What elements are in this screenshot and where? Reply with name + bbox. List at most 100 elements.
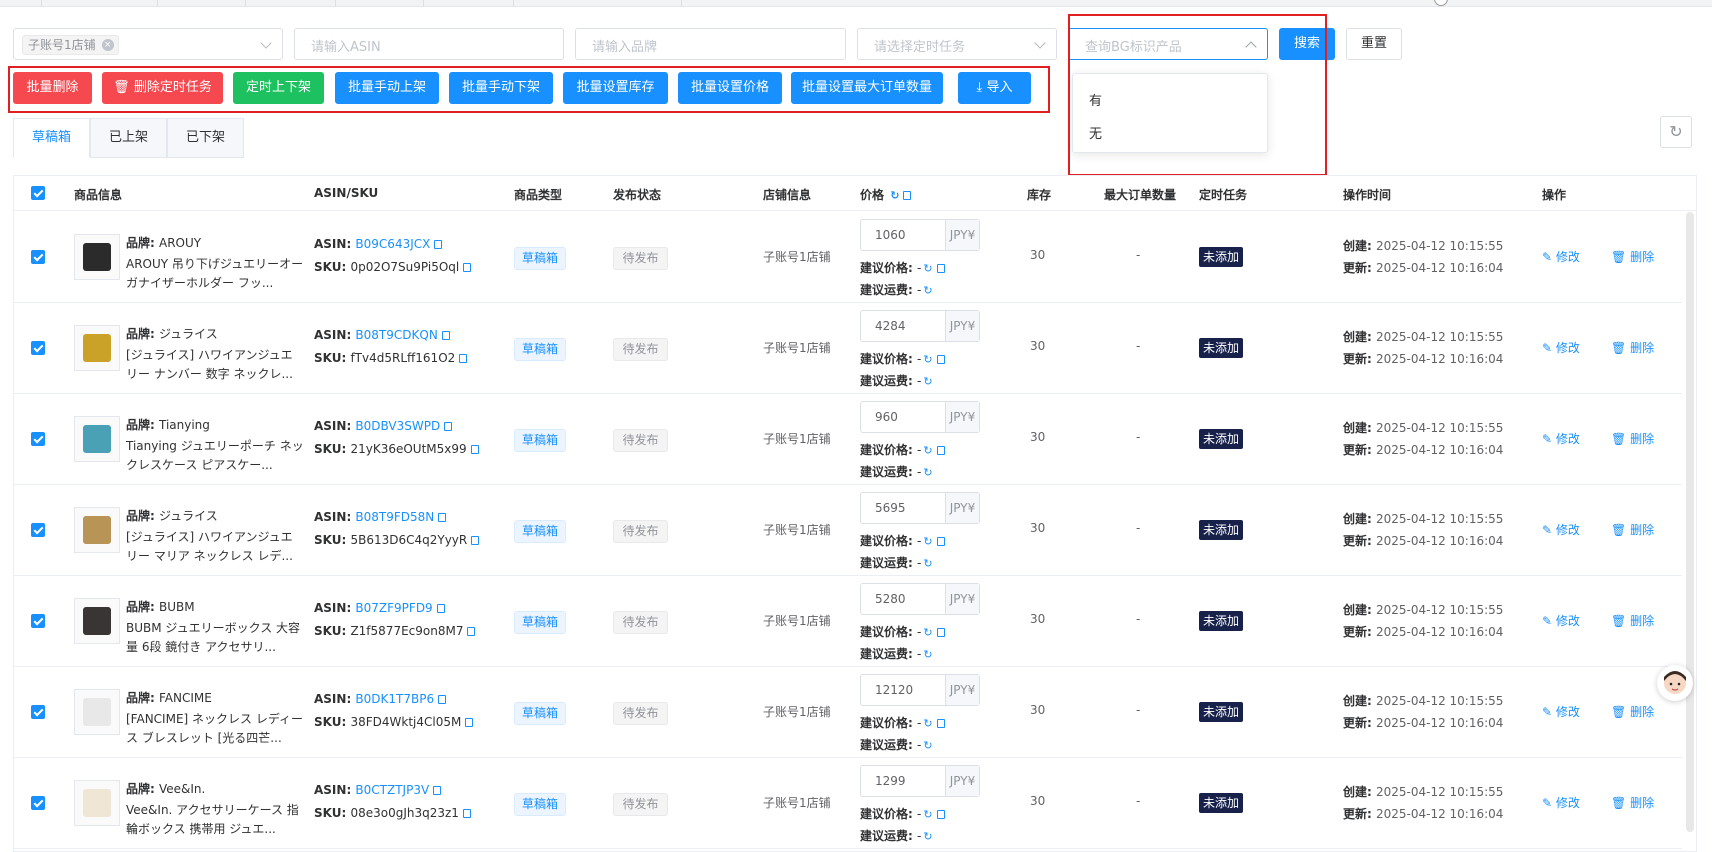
user-avatar-icon[interactable]: [1434, 0, 1448, 6]
price-input[interactable]: 5695 JPY¥: [860, 492, 980, 524]
asin-input[interactable]: 请输入ASIN: [294, 28, 564, 60]
edit-button[interactable]: ✎ 修改: [1542, 794, 1580, 811]
copy-icon[interactable]: [436, 604, 445, 613]
copy-icon[interactable]: [444, 422, 453, 431]
refresh-icon[interactable]: ↻: [923, 808, 932, 821]
copy-icon[interactable]: [459, 354, 468, 363]
copy-icon[interactable]: [433, 786, 442, 795]
copy-icon[interactable]: [438, 513, 447, 522]
copy-icon[interactable]: [936, 628, 945, 637]
copy-icon[interactable]: [936, 264, 945, 273]
copy-icon[interactable]: [936, 719, 945, 728]
delete-button[interactable]: 🗑 删除: [1611, 430, 1654, 447]
copy-icon[interactable]: [463, 263, 472, 272]
top-tab-2[interactable]: [42, 0, 158, 7]
refresh-icon[interactable]: ↻: [923, 284, 932, 297]
edit-button[interactable]: ✎ 修改: [1542, 612, 1580, 629]
refresh-icon[interactable]: ↻: [923, 717, 932, 730]
reset-button[interactable]: 重置: [1346, 28, 1402, 60]
delete-button[interactable]: 🗑 删除: [1611, 703, 1654, 720]
product-thumbnail[interactable]: [74, 780, 120, 826]
row-checkbox[interactable]: [31, 432, 45, 446]
edit-button[interactable]: ✎ 修改: [1542, 430, 1580, 447]
refresh-icon[interactable]: ↻: [923, 466, 932, 479]
asin-link[interactable]: B08T9FD58N: [355, 510, 434, 524]
delete-button[interactable]: 🗑 删除: [1611, 794, 1654, 811]
edit-button[interactable]: ✎ 修改: [1542, 248, 1580, 265]
refresh-icon[interactable]: ↻: [923, 557, 932, 570]
top-tab-6[interactable]: [424, 0, 514, 7]
row-checkbox[interactable]: [31, 341, 45, 355]
product-thumbnail[interactable]: [74, 507, 120, 553]
tag-close-icon[interactable]: ×: [101, 39, 114, 51]
asin-link[interactable]: B08T9CDKQN: [355, 328, 437, 342]
row-checkbox[interactable]: [31, 796, 45, 810]
asin-link[interactable]: B0CTZTJP3V: [355, 783, 429, 797]
tab-listed[interactable]: 已上架: [90, 118, 167, 158]
refresh-price-icon[interactable]: ↻: [890, 189, 899, 202]
refresh-icon[interactable]: ↻: [1660, 116, 1692, 148]
tab-delisted[interactable]: 已下架: [167, 118, 244, 158]
copy-icon[interactable]: [936, 537, 945, 546]
copy-icon[interactable]: [936, 810, 945, 819]
delete-button[interactable]: 🗑 删除: [1611, 248, 1654, 265]
product-thumbnail[interactable]: [74, 234, 120, 280]
brand-input[interactable]: 请输入品牌: [575, 28, 846, 60]
top-tab-1[interactable]: [0, 0, 42, 7]
refresh-icon[interactable]: ↻: [923, 444, 932, 457]
top-tab-4[interactable]: [246, 0, 336, 7]
refresh-icon[interactable]: ↻: [923, 262, 932, 275]
price-input[interactable]: 960 JPY¥: [860, 401, 980, 433]
asin-link[interactable]: B0DK1T7BP6: [355, 692, 434, 706]
product-thumbnail[interactable]: [74, 689, 120, 735]
row-checkbox[interactable]: [31, 614, 45, 628]
asin-link[interactable]: B07ZF9PFD9: [355, 601, 432, 615]
tab-draft[interactable]: 草稿箱: [13, 118, 90, 158]
price-input[interactable]: 4284 JPY¥: [860, 310, 980, 342]
delete-button[interactable]: 🗑 删除: [1611, 339, 1654, 356]
top-tab-7[interactable]: [514, 0, 682, 7]
refresh-icon[interactable]: ↻: [923, 648, 932, 661]
product-thumbnail[interactable]: [74, 325, 120, 371]
copy-icon[interactable]: [465, 718, 474, 727]
asin-link[interactable]: B09C643JCX: [355, 237, 430, 251]
copy-icon[interactable]: [903, 191, 912, 200]
edit-button[interactable]: ✎ 修改: [1542, 703, 1580, 720]
row-checkbox[interactable]: [31, 523, 45, 537]
copy-icon[interactable]: [467, 627, 476, 636]
copy-icon[interactable]: [936, 355, 945, 364]
top-tab-3[interactable]: [158, 0, 246, 7]
copy-icon[interactable]: [462, 809, 471, 818]
top-tab-5[interactable]: [336, 0, 424, 7]
store-select[interactable]: 子账号1店铺 ×: [13, 28, 283, 60]
row-checkbox[interactable]: [31, 250, 45, 264]
task-select[interactable]: 请选择定时任务: [857, 28, 1057, 60]
refresh-icon[interactable]: ↻: [923, 535, 932, 548]
refresh-icon[interactable]: ↻: [923, 375, 932, 388]
price-input[interactable]: 5280 JPY¥: [860, 583, 980, 615]
price-input[interactable]: 1299 JPY¥: [860, 765, 980, 797]
support-avatar-icon[interactable]: [1657, 665, 1693, 701]
delete-button[interactable]: 🗑 删除: [1611, 612, 1654, 629]
copy-icon[interactable]: [936, 446, 945, 455]
refresh-icon[interactable]: ↻: [923, 353, 932, 366]
price-input[interactable]: 12120 JPY¥: [860, 674, 980, 706]
edit-button[interactable]: ✎ 修改: [1542, 521, 1580, 538]
delete-button[interactable]: 🗑 删除: [1611, 521, 1654, 538]
price-input[interactable]: 1060 JPY¥: [860, 219, 980, 251]
refresh-icon[interactable]: ↻: [923, 626, 932, 639]
vertical-scrollbar[interactable]: [1686, 212, 1694, 832]
product-thumbnail[interactable]: [74, 416, 120, 462]
edit-button[interactable]: ✎ 修改: [1542, 339, 1580, 356]
copy-icon[interactable]: [471, 536, 480, 545]
refresh-icon[interactable]: ↻: [923, 739, 932, 752]
refresh-icon[interactable]: ↻: [923, 830, 932, 843]
asin-link[interactable]: B0DBV3SWPD: [355, 419, 440, 433]
copy-icon[interactable]: [434, 240, 443, 249]
product-thumbnail[interactable]: [74, 598, 120, 644]
copy-icon[interactable]: [438, 695, 447, 704]
copy-icon[interactable]: [470, 445, 479, 454]
select-all-checkbox[interactable]: [31, 186, 45, 200]
row-checkbox[interactable]: [31, 705, 45, 719]
copy-icon[interactable]: [441, 331, 450, 340]
